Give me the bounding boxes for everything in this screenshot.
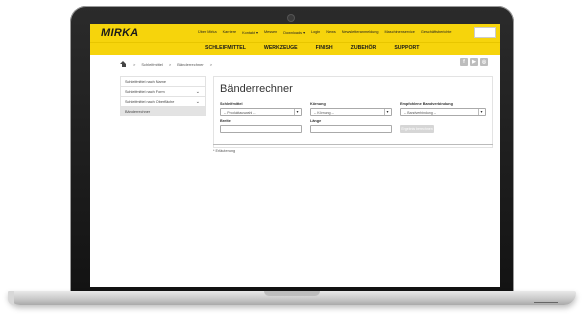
- schleifmittel-select[interactable]: -- Produktauswahl -- ▾: [220, 108, 302, 116]
- social-links: f ▶ ◎: [460, 58, 488, 66]
- breadcrumb-baenderrechner[interactable]: Bänderrechner: [177, 62, 203, 67]
- sidebar-item-nach-oberflaeche[interactable]: Schleifmittel nach Oberfläche ⌄: [120, 96, 206, 106]
- sidebar-item-label: Schleifmittel nach Name: [125, 80, 166, 84]
- top-link-maschinenservice[interactable]: Maschinenservice: [385, 30, 415, 35]
- bandverbindung-label: Empfohlene Bandverbindung: [400, 102, 453, 106]
- main-nav: SCHLEIFMITTEL WERKZEUGE FINISH ZUBEHÖR S…: [90, 42, 500, 55]
- top-link-karriere[interactable]: Karriere: [223, 30, 237, 35]
- chevron-down-icon[interactable]: ⌄: [196, 89, 200, 95]
- sidebar-item-label: Schleifmittel nach Form: [125, 90, 165, 94]
- breite-input[interactable]: [220, 125, 302, 133]
- mirka-logo[interactable]: MIRKA: [101, 27, 139, 39]
- sidebar-item-baenderrechner[interactable]: Bänderrechner: [120, 106, 206, 116]
- chevron-down-icon: ▾: [294, 109, 300, 115]
- nav-schleifmittel[interactable]: SCHLEIFMITTEL: [205, 45, 246, 51]
- bandverbindung-select[interactable]: -- Bandverbindung -- ▾: [400, 108, 486, 116]
- top-link-messen[interactable]: Messen: [264, 30, 277, 35]
- chevron-down-icon[interactable]: ⌄: [196, 99, 200, 105]
- top-link-downloads[interactable]: Downloads ▾: [283, 30, 305, 35]
- browser-screen: MIRKA Über Mirka Karriere Kontakt ▾ Mess…: [90, 24, 500, 287]
- laenge-input[interactable]: [310, 125, 392, 133]
- top-link-login[interactable]: Login: [311, 30, 320, 35]
- top-link-kontakt[interactable]: Kontakt ▾: [242, 30, 258, 35]
- top-link-newsletter[interactable]: Newsletteranmeldung: [342, 30, 379, 35]
- youtube-icon[interactable]: ▶: [470, 58, 478, 66]
- nav-finish[interactable]: FINISH: [316, 45, 333, 51]
- chevron-down-icon: ▾: [478, 109, 484, 115]
- nav-werkzeuge[interactable]: WERKZEUGE: [264, 45, 298, 51]
- koernung-select[interactable]: -- Körnung -- ▾: [310, 108, 392, 116]
- chevron-down-icon: ▾: [384, 109, 390, 115]
- laptop-base-edge: [8, 291, 14, 305]
- breadcrumb: > Schleifmittel > Bänderrechner >: [120, 61, 218, 67]
- calculator-panel: Bänderrechner Schleifmittel -- Produktau…: [213, 76, 493, 148]
- facebook-icon[interactable]: f: [460, 58, 468, 66]
- page-title: Bänderrechner: [220, 83, 293, 95]
- breadcrumb-separator: >: [133, 61, 136, 67]
- webcam-icon: [288, 15, 294, 21]
- calculate-button[interactable]: Ergebnis berechnen: [400, 125, 434, 133]
- top-link-geschaeftsberichte[interactable]: Geschäftsberichte: [421, 30, 452, 35]
- footnote: * Erläuterung: [213, 149, 236, 153]
- sidebar-item-label: Schleifmittel nach Oberfläche: [125, 100, 175, 104]
- sidebar-item-label: Bänderrechner: [125, 110, 151, 114]
- bandverbindung-select-value: -- Bandverbindung --: [404, 111, 437, 115]
- sidebar: Schleifmittel nach Name Schleifmittel na…: [120, 76, 206, 116]
- laptop-base: [8, 291, 576, 305]
- sidebar-item-nach-form[interactable]: Schleifmittel nach Form ⌄: [120, 86, 206, 96]
- laptop-base-notch: [264, 291, 320, 296]
- breadcrumb-separator: >: [168, 61, 172, 67]
- breadcrumb-schleifmittel[interactable]: Schleifmittel: [141, 62, 163, 67]
- koernung-select-value: -- Körnung --: [314, 111, 334, 115]
- schleifmittel-label: Schleifmittel: [220, 102, 243, 106]
- top-link-news[interactable]: News: [326, 30, 336, 35]
- home-icon[interactable]: [120, 61, 127, 67]
- laenge-label: Länge: [310, 119, 322, 123]
- top-bar: MIRKA Über Mirka Karriere Kontakt ▾ Mess…: [90, 24, 500, 42]
- instagram-icon[interactable]: ◎: [480, 58, 488, 66]
- breadcrumb-separator: >: [209, 61, 213, 67]
- top-link-ueber-mirka[interactable]: Über Mirka: [198, 30, 217, 35]
- laptop-foot-line: [534, 302, 558, 303]
- sidebar-item-nach-name[interactable]: Schleifmittel nach Name: [120, 76, 206, 86]
- koernung-label: Körnung: [310, 102, 326, 106]
- nav-zubehoer[interactable]: ZUBEHÖR: [351, 45, 377, 51]
- nav-support[interactable]: SUPPORT: [394, 45, 419, 51]
- breite-label: Breite: [220, 119, 231, 123]
- schleifmittel-select-value: -- Produktauswahl --: [224, 111, 256, 115]
- search-input[interactable]: [474, 27, 496, 38]
- top-nav: Über Mirka Karriere Kontakt ▾ Messen Dow…: [198, 30, 458, 35]
- divider: [213, 144, 493, 145]
